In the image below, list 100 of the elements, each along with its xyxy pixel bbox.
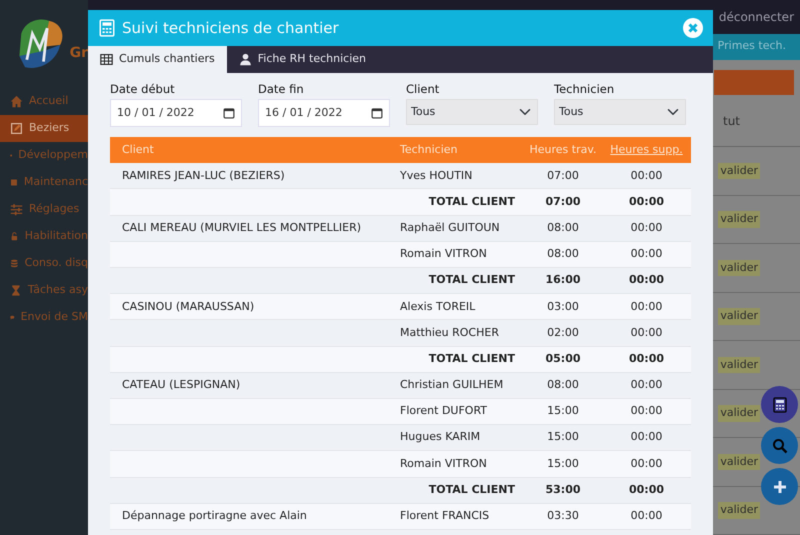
status-label: valider	[718, 454, 760, 470]
table-cell-text: 16:00	[544, 272, 582, 288]
field-label: Date début	[110, 81, 176, 98]
table-cell-text: TOTAL CLIENT	[428, 482, 516, 498]
calculator-icon	[772, 396, 788, 412]
table-cell-text: Raphaël GUITOUN	[399, 220, 501, 236]
status-label: valider	[718, 356, 760, 373]
search-icon	[772, 438, 788, 454]
table-cell-text: Matthieu ROCHER	[399, 324, 500, 341]
logout-link[interactable]: déconnecter	[718, 8, 794, 26]
table-cell-text: 00:00	[628, 482, 665, 498]
field-label: Date fin	[258, 81, 305, 98]
table-cell-text: 00:00	[628, 272, 665, 288]
database-icon	[10, 257, 19, 270]
select-field[interactable]: Tous	[554, 99, 686, 126]
table-cell-text: 00:00	[630, 456, 664, 472]
table-cell-text: CATEAU (LESPIGNAN)	[121, 377, 242, 394]
tab[interactable]: Cumuls chantiers	[88, 46, 227, 73]
table-cell-text: Yves HOUTIN	[399, 168, 474, 184]
table-cell-text: 00:00	[628, 350, 665, 367]
select-field[interactable]: Tous	[406, 99, 538, 126]
column-header: Heures trav.	[528, 142, 598, 158]
home-icon	[10, 95, 23, 108]
sidebar-item[interactable]: Réglages	[0, 196, 88, 223]
table-cell-text: 00:00	[630, 403, 664, 420]
sidebar-item[interactable]: Conso. disq	[0, 250, 88, 277]
field-label: Client	[406, 81, 440, 98]
hourglass-icon	[10, 284, 22, 297]
table-cell-text: 03:30	[546, 508, 580, 524]
sidebar-item[interactable]: Beziers	[0, 115, 88, 142]
table-cell-text: TOTAL CLIENT	[428, 350, 516, 367]
table-cell-text: 08:00	[546, 246, 580, 262]
column-header: Client	[121, 142, 155, 158]
sidebar-item[interactable]: Développem	[0, 142, 88, 169]
plus-icon	[772, 478, 788, 494]
date-field[interactable]: 16 / 01 / 2022	[258, 99, 390, 128]
column-header[interactable]: Heures supp.	[603, 142, 690, 158]
status-label: valider	[718, 405, 760, 422]
table-cell-text: 00:00	[630, 324, 664, 341]
table-cell-text: 00:00	[630, 377, 664, 394]
table-cell-text: Hugues KARIM	[399, 429, 482, 446]
table-cell-text: Alexis TOREIL	[399, 298, 476, 315]
calendar-icon	[223, 107, 235, 120]
table-cell-text: RAMIRES JEAN-LUC (BEZIERS)	[121, 168, 286, 184]
logo-text: Gr	[70, 44, 88, 62]
table-cell-text: 08:00	[546, 377, 580, 394]
table-icon	[100, 53, 113, 66]
sidebar-item[interactable]: Accueil	[0, 88, 88, 115]
table-cell-text: Romain VITRON	[399, 456, 488, 472]
sidebar-item[interactable]: Envoi de SM	[0, 304, 88, 331]
table-cell-text: Florent DUFORT	[399, 403, 488, 420]
table-cell-text: Dépannage portiragne avec Alain	[121, 508, 308, 524]
column-header: tut	[722, 112, 740, 130]
status-label: valider	[718, 502, 760, 518]
sidebar-item[interactable]: Maintenanc	[0, 169, 88, 196]
floating-calculator-button[interactable]	[761, 386, 798, 423]
table-cell-text: 07:00	[544, 194, 582, 210]
table-cell-text: Christian GUILHEM	[399, 377, 504, 394]
sidebar-item[interactable]: Habilitation	[0, 223, 88, 250]
table-cell-text: 53:00	[544, 482, 582, 498]
table-cell-text: 15:00	[546, 456, 580, 472]
table-cell-text: 00:00	[630, 298, 664, 315]
status-label: valider	[718, 211, 760, 228]
table-cell-text: 00:00	[630, 168, 664, 184]
table-cell-text: 00:00	[630, 508, 664, 524]
status-label: valider	[718, 308, 760, 324]
table-cell-text: 00:00	[630, 220, 664, 236]
table-cell-text: 15:00	[546, 403, 580, 420]
table-cell-text: Romain VITRON	[399, 246, 488, 262]
table-cell-text: 07:00	[546, 168, 580, 184]
table-cell-text: TOTAL CLIENT	[428, 272, 516, 288]
status-label: valider	[718, 162, 760, 179]
field-label: Technicien	[554, 81, 616, 98]
calendar-icon	[371, 107, 383, 120]
table-cell-text: 00:00	[630, 429, 664, 446]
floating-plus-button[interactable]	[761, 468, 798, 505]
nav-tab[interactable]: Primes tech.	[718, 38, 786, 55]
table-cell-text: Florent FRANCIS	[399, 508, 490, 524]
date-field[interactable]: 10 / 01 / 2022	[110, 99, 242, 128]
table-cell-text: 00:00	[630, 246, 664, 262]
table-cell-text: TOTAL CLIENT	[428, 194, 516, 210]
table-cell-text: 03:00	[546, 298, 580, 315]
tab[interactable]: Fiche RH technicien	[226, 46, 378, 73]
calculator-icon	[98, 19, 116, 37]
edit-icon	[10, 122, 23, 135]
sliders-icon	[10, 203, 23, 216]
floating-search-button[interactable]	[761, 427, 798, 464]
table-cell-text: 00:00	[628, 194, 665, 210]
sidebar-item[interactable]: Tâches asy	[0, 277, 88, 304]
column-header: Technicien	[399, 142, 459, 158]
status-label: valider	[718, 260, 760, 276]
table-cell-text: CASINOU (MARAUSSAN)	[121, 298, 256, 315]
table-cell-text: 02:00	[546, 324, 580, 341]
table-cell-text: 15:00	[546, 429, 580, 446]
table-cell-text: 05:00	[544, 350, 582, 367]
modal-title: Suivi techniciens de chantier	[122, 18, 340, 39]
lock-icon	[10, 230, 19, 243]
user-icon	[238, 53, 252, 66]
table-cell-text: 08:00	[546, 220, 580, 236]
table-cell-text: CALI MEREAU (MURVIEL LES MONTPELLIER)	[121, 220, 362, 236]
